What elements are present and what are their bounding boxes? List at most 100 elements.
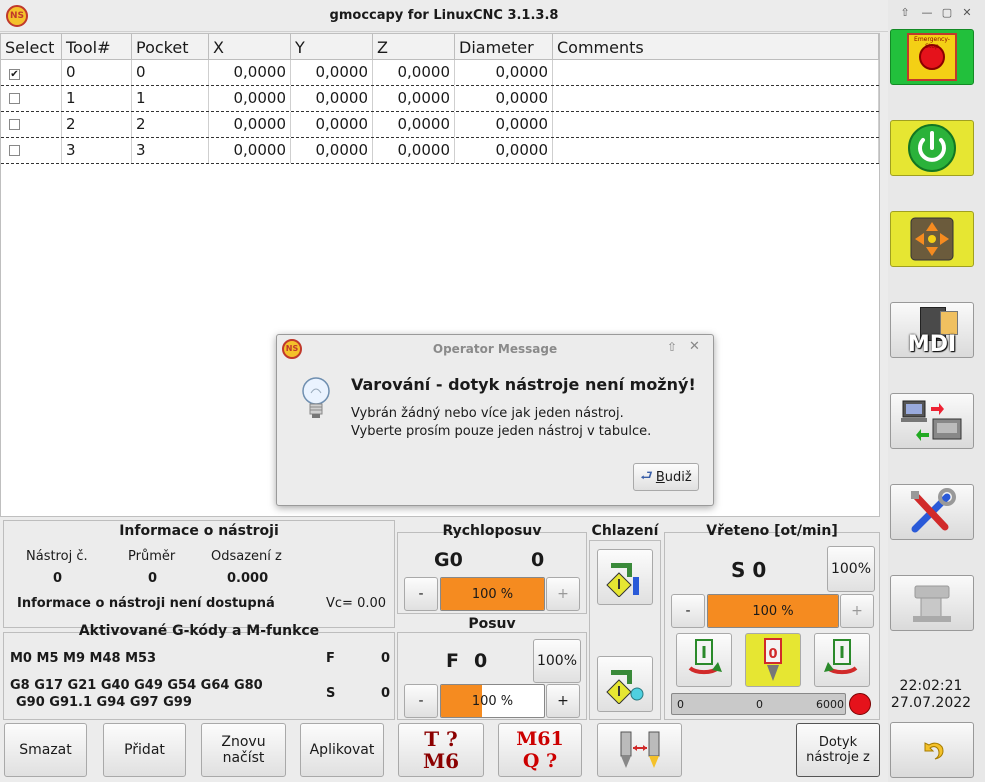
pocket-cell[interactable]: 2 [132,112,209,137]
reload-tool-table-button[interactable]: Znovu načíst [201,723,286,777]
table-row[interactable]: ✔ 0 0 0,0000 0,0000 0,0000 0,0000 [1,60,879,86]
spindle-forward-button[interactable] [676,633,732,687]
window-minimize-icon[interactable]: — [918,6,936,22]
spindle-bar-min: 0 [677,698,684,711]
tool-change-button[interactable]: T ? M6 [398,723,484,777]
auto-mode-button[interactable] [890,393,974,449]
mdi-mode-button[interactable]: MDI [890,302,974,358]
window-close-icon[interactable]: ✕ [958,6,976,22]
column-header-y[interactable]: Y [291,34,373,59]
set-tool-m61-button[interactable]: M61 Q ? [498,723,582,777]
active-mcodes: M0 M5 M9 M48 M53 [10,651,157,666]
manual-mode-button[interactable] [890,211,974,267]
x-offset-cell[interactable]: 0,0000 [209,112,291,137]
flood-coolant-button[interactable] [597,549,653,605]
y-offset-cell[interactable]: 0,0000 [291,138,373,163]
info-bulb-icon [302,377,330,418]
tool-number-cell[interactable]: 2 [62,112,132,137]
window-maximize-icon[interactable]: ▢ [938,6,956,22]
comments-cell[interactable] [553,138,879,163]
dialog-close-icon[interactable]: ✕ [689,339,700,354]
diameter-cell[interactable]: 0,0000 [455,60,553,85]
tool-number-cell[interactable]: 0 [62,60,132,85]
feed-override-reset-button[interactable]: 100% [533,639,581,683]
diameter-cell[interactable]: 0,0000 [455,138,553,163]
tool-info-status: Informace o nástroji není dostupná [17,596,275,611]
diameter-label: Průměr [128,549,176,564]
tool-number-cell[interactable]: 3 [62,138,132,163]
diameter-cell[interactable]: 0,0000 [455,112,553,137]
dialog-up-icon[interactable]: ⇧ [667,340,677,354]
table-row[interactable]: 3 3 0,0000 0,0000 0,0000 0,0000 [1,138,879,164]
pocket-cell[interactable]: 1 [132,86,209,111]
column-header-select[interactable]: Select [1,34,62,59]
pocket-cell[interactable]: 0 [132,60,209,85]
comments-cell[interactable] [553,86,879,111]
column-header-tool[interactable]: Tool# [62,34,132,59]
touch-off-label-2: nástroje z [806,750,870,765]
spindle-speed-bar: 0 0 6000 [671,693,846,715]
column-header-x[interactable]: X [209,34,291,59]
back-button[interactable] [890,722,974,778]
tool-change-label-2: M6 [422,749,460,773]
spindle-decrease-button[interactable]: - [671,594,705,628]
comments-cell[interactable] [553,60,879,85]
reload-label-2: načíst [222,750,265,766]
column-header-pocket[interactable]: Pocket [132,34,209,59]
spindle-stop-icon: 0 [764,638,782,681]
z-offset-cell[interactable]: 0,0000 [373,60,455,85]
z-offset-cell[interactable]: 0,0000 [373,86,455,111]
feed-override-slider[interactable]: 100 % [440,684,545,718]
mist-coolant-button[interactable] [597,656,653,712]
x-offset-cell[interactable]: 0,0000 [209,138,291,163]
feed-label: F [326,651,335,666]
user-tabs-icon [913,585,951,622]
rapid-increase-button[interactable]: + [546,577,580,611]
diameter-cell[interactable]: 0,0000 [455,86,553,111]
delete-tool-button[interactable]: Smazat [4,723,87,777]
machine-power-button[interactable] [890,120,974,176]
estop-button[interactable]: Emergency-Stop [890,29,974,85]
rapid-decrease-button[interactable]: - [404,577,438,611]
y-offset-cell[interactable]: 0,0000 [291,60,373,85]
row-select-checkbox[interactable] [9,93,20,104]
y-offset-cell[interactable]: 0,0000 [291,86,373,111]
row-select-checkbox[interactable] [9,119,20,130]
column-header-comments[interactable]: Comments [553,34,879,59]
z-offset-cell[interactable]: 0,0000 [373,112,455,137]
user-tabs-button[interactable] [890,575,974,631]
column-header-diameter[interactable]: Diameter [455,34,553,59]
spindle-override-slider[interactable]: 100 % [707,594,839,628]
x-offset-cell[interactable]: 0,0000 [209,86,291,111]
tool-compare-button[interactable] [597,723,682,777]
pocket-cell[interactable]: 3 [132,138,209,163]
dialog-message-line2: Vyberte prosím pouze jeden nástroj v tab… [351,424,652,439]
spindle-override-reset-button[interactable]: 100% [827,546,875,592]
touch-off-z-button[interactable]: Dotyk nástroje z [796,723,880,777]
spindle-increase-button[interactable]: + [840,594,874,628]
row-select-checkbox[interactable] [9,145,20,156]
x-offset-cell[interactable]: 0,0000 [209,60,291,85]
tool-number-cell[interactable]: 1 [62,86,132,111]
title-bar: NS gmoccapy for LinuxCNC 3.1.3.8 [0,0,888,32]
spindle-override-text: 100 % [752,603,794,619]
column-header-z[interactable]: Z [373,34,455,59]
row-select-checkbox[interactable]: ✔ [9,69,20,80]
dialog-ok-button[interactable]: ⮐ Budiž [633,463,699,491]
ok-label-rest: udiž [664,469,692,485]
apply-button[interactable]: Aplikovat [300,723,384,777]
feed-decrease-button[interactable]: - [404,684,438,718]
settings-button[interactable] [890,484,974,540]
comments-cell[interactable] [553,112,879,137]
add-tool-button[interactable]: Přidat [103,723,186,777]
spindle-reverse-button[interactable] [814,633,870,687]
feed-increase-button[interactable]: + [546,684,580,718]
table-row[interactable]: 1 1 0,0000 0,0000 0,0000 0,0000 [1,86,879,112]
z-offset-cell[interactable]: 0,0000 [373,138,455,163]
tool-change-label-1: T ? [424,727,458,751]
table-row[interactable]: 2 2 0,0000 0,0000 0,0000 0,0000 [1,112,879,138]
rapid-override-slider[interactable]: 100 % [440,577,545,611]
spindle-stop-button[interactable]: 0 [745,633,801,687]
y-offset-cell[interactable]: 0,0000 [291,112,373,137]
window-up-icon[interactable]: ⇧ [896,6,914,22]
